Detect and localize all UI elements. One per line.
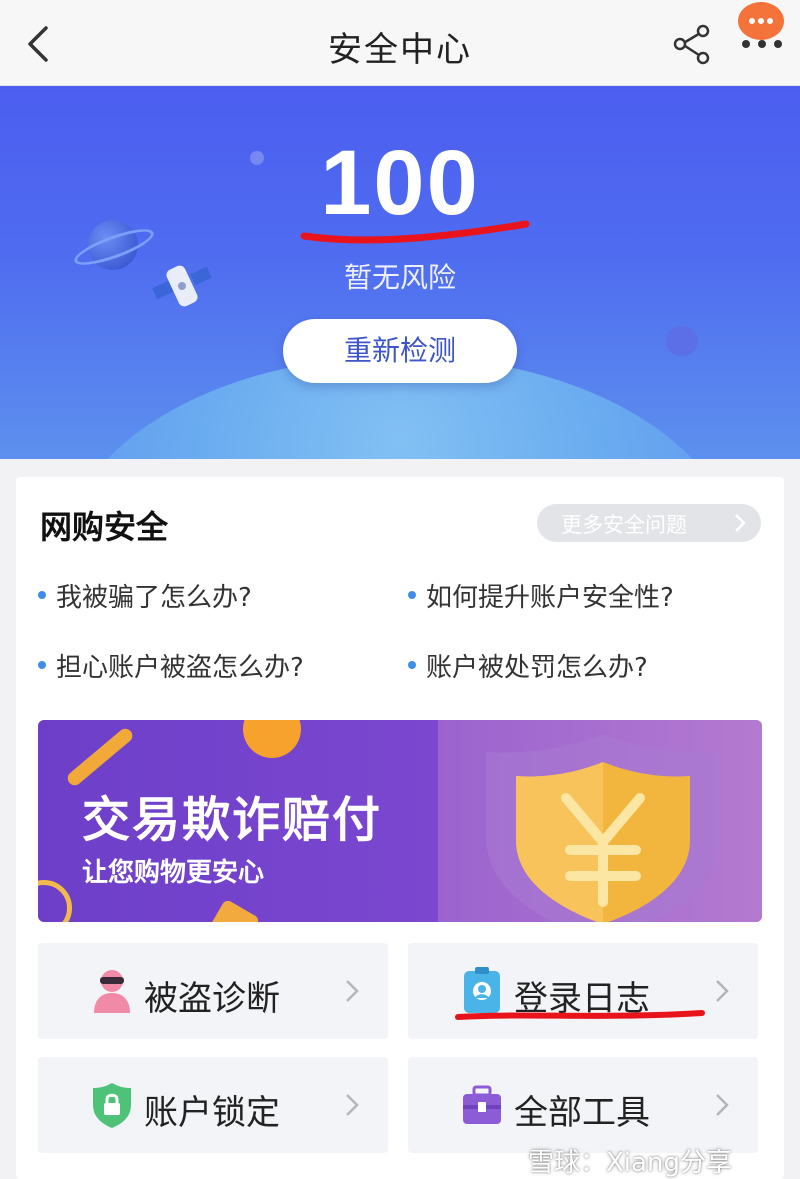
more-dots-icon — [742, 40, 750, 48]
navigation-bar: 安全中心 — [0, 0, 800, 86]
recheck-button[interactable]: 重新检测 — [283, 319, 517, 383]
circle-decoration — [243, 720, 301, 758]
faq-text: 担心账户被盗怎么办? — [56, 653, 304, 683]
fraud-compensation-banner[interactable]: 交易欺诈赔付 让您购物更安心 — [38, 720, 762, 922]
bullet-icon — [408, 661, 416, 669]
faq-text: 如何提升账户安全性? — [426, 583, 674, 613]
orb-decoration — [666, 326, 698, 356]
chevron-right-icon — [346, 980, 359, 1002]
ring-decoration — [38, 880, 72, 922]
watermark: 雪球：Xiang分享 — [528, 1148, 732, 1178]
tool-label: 被盗诊断 — [144, 979, 280, 1019]
banner-subtitle: 让您购物更安心 — [82, 858, 265, 888]
share-icon — [673, 24, 710, 65]
bullet-icon — [408, 591, 416, 599]
thief-icon — [94, 970, 130, 1013]
more-security-issues-button[interactable]: 更多安全问题 — [537, 504, 761, 542]
faq-text: 账户被处罚怎么办? — [426, 653, 648, 683]
chevron-right-icon — [716, 980, 729, 1002]
section-title: 网购安全 — [40, 508, 169, 546]
share-button[interactable] — [670, 22, 714, 66]
more-dots-icon — [774, 40, 782, 48]
security-score-panel: 100 暂无风险 重新检测 — [0, 86, 800, 459]
bullet-icon — [38, 591, 46, 599]
dot-icon — [758, 18, 764, 24]
online-shopping-security-card: 网购安全 更多安全问题 我被骗了怎么办? 如何提升账户安全性? 担心账户被盗怎么… — [16, 477, 784, 1179]
tool-label: 全部工具 — [514, 1093, 650, 1133]
yuan-shield-icon — [486, 734, 720, 922]
shape-decoration — [205, 898, 261, 922]
risk-status: 暂无风险 — [343, 261, 456, 294]
message-bubble-button[interactable] — [738, 2, 784, 40]
more-options-button[interactable] — [740, 40, 784, 50]
tool-account-lock[interactable]: 账户锁定 — [38, 1057, 388, 1153]
more-dots-icon — [758, 40, 766, 48]
faq-text: 我被骗了怎么办? — [56, 583, 252, 613]
red-annotation-underline — [300, 220, 530, 244]
tool-login-log[interactable]: 登录日志 — [408, 943, 758, 1039]
tool-all-tools[interactable]: 全部工具 — [408, 1057, 758, 1153]
bullet-icon — [38, 661, 46, 669]
tool-theft-diagnosis[interactable]: 被盗诊断 — [38, 943, 388, 1039]
dot-icon — [767, 18, 773, 24]
tool-label: 账户锁定 — [144, 1093, 280, 1133]
chevron-right-icon — [716, 1094, 729, 1116]
more-issues-label: 更多安全问题 — [561, 513, 687, 537]
chevron-right-icon — [346, 1094, 359, 1116]
chevron-right-icon — [735, 514, 746, 532]
toolbox-icon — [463, 1085, 501, 1124]
dot-icon — [749, 18, 755, 24]
stripe-decoration — [64, 725, 136, 789]
banner-title: 交易欺诈赔付 — [82, 792, 383, 848]
lock-shield-icon — [93, 1083, 131, 1128]
red-annotation-underline — [455, 1010, 705, 1020]
